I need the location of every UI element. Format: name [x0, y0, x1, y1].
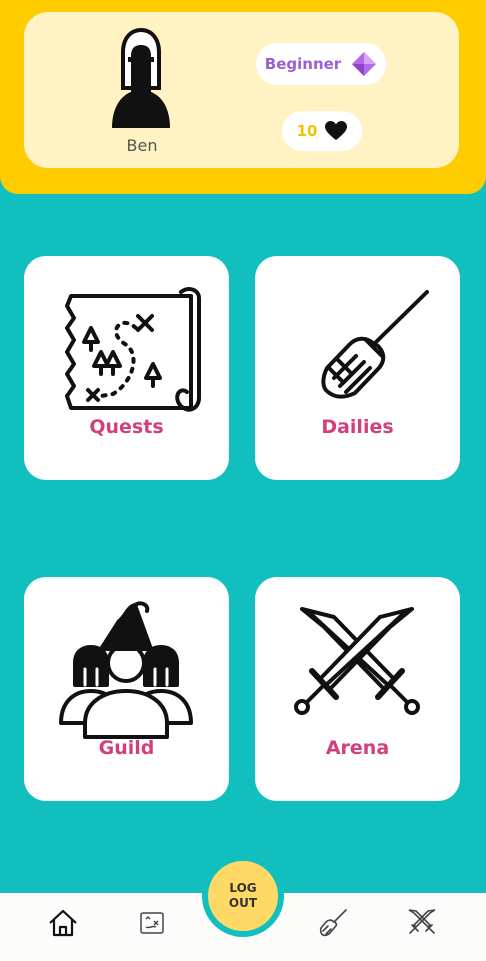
heart-icon	[325, 121, 348, 140]
tile-label-quests: Quests	[89, 416, 164, 438]
tile-label-arena: Arena	[325, 737, 390, 759]
nav-home[interactable]	[43, 903, 83, 943]
username: Ben	[126, 136, 158, 155]
header: Ben Beginner 10	[0, 0, 486, 194]
logout-button[interactable]: LOG OUT	[208, 861, 278, 931]
treasure-map-icon	[140, 912, 164, 934]
gem-icon	[352, 52, 377, 76]
crossed-swords-icon	[408, 909, 436, 934]
dailies-tile[interactable]: Dailies	[255, 256, 460, 480]
broom-icon	[319, 909, 347, 937]
crossed-swords-icon	[294, 607, 420, 715]
nav-dailies[interactable]	[313, 903, 353, 943]
nav-quests[interactable]	[132, 903, 172, 943]
treasure-map-icon	[65, 287, 201, 412]
tile-label-guild: Guild	[98, 737, 155, 759]
profile-card: Ben Beginner 10	[24, 12, 459, 168]
guild-group-icon	[59, 601, 193, 739]
nav-arena[interactable]	[402, 903, 442, 943]
rank-badge[interactable]: Beginner	[256, 43, 386, 85]
rank-label: Beginner	[264, 55, 342, 73]
guild-tile[interactable]: Guild	[24, 577, 229, 801]
quests-tile[interactable]: Quests	[24, 256, 229, 480]
tile-label-dailies: Dailies	[321, 416, 394, 438]
lives-badge[interactable]: 10	[282, 111, 362, 151]
arena-tile[interactable]: Arena	[255, 577, 460, 801]
home-icon	[49, 909, 77, 937]
logout-label-line2: OUT	[228, 896, 258, 910]
knight-avatar[interactable]	[106, 28, 176, 132]
logout-label-line1: LOG	[229, 881, 257, 895]
broom-icon	[321, 290, 429, 399]
lives-count: 10	[296, 122, 318, 140]
